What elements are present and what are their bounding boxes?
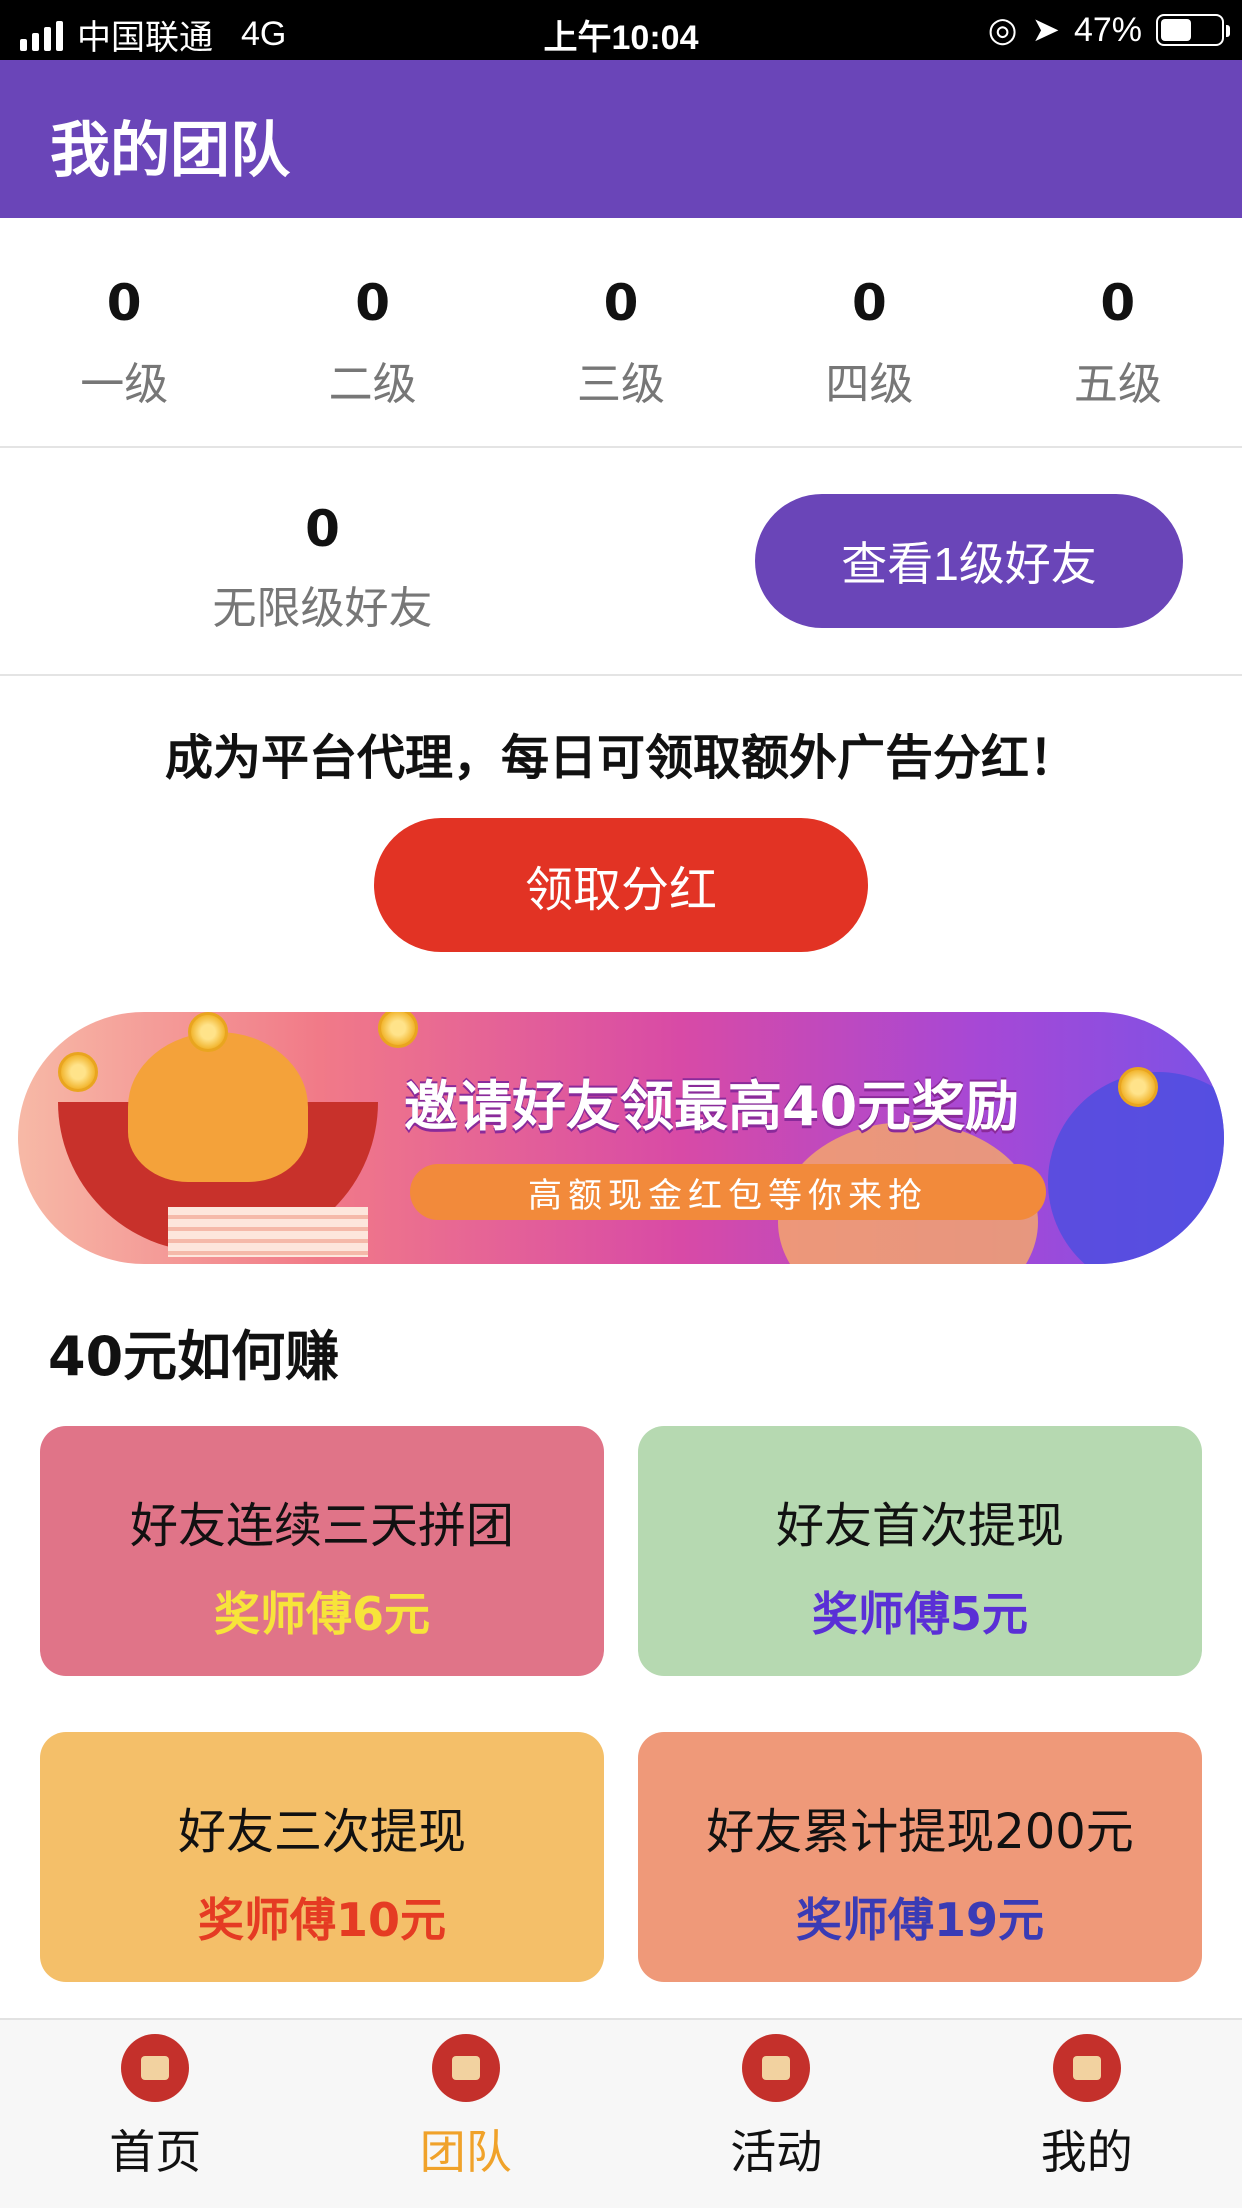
reward-card-title: 好友累计提现200元 <box>706 1804 1134 1860</box>
level-stats: 0 一级 0 二级 0 三级 0 四级 0 五级 <box>0 218 1242 448</box>
level-stat-2[interactable]: 0 二级 <box>248 218 496 446</box>
section-title: 40元如何赚 <box>48 1325 340 1388</box>
level-count: 0 <box>603 274 639 332</box>
status-bar: 中国联通 4G 上午10:04 ◎ ➤ 47% <box>0 0 1242 60</box>
level-count: 0 <box>106 274 142 332</box>
tab-profile[interactable]: 我的 <box>932 2020 1242 2208</box>
agent-promo-text: 成为平台代理，每日可领取额外广告分红！ <box>164 730 1077 786</box>
orientation-lock-icon: ◎ <box>987 11 1018 49</box>
tab-label: 首页 <box>109 2125 202 2179</box>
reward-card: 好友累计提现200元 奖师傅19元 <box>638 1732 1202 1982</box>
unlimited-friends-section: 0 无限级好友 查看1级好友 <box>0 450 1242 676</box>
level-label: 四级 <box>825 359 914 410</box>
unlimited-count: 0 <box>305 500 340 558</box>
view-level1-friends-button[interactable]: 查看1级好友 <box>755 494 1183 628</box>
banner-subtitle: 高额现金红包等你来抢 <box>410 1164 1046 1220</box>
coin-icon <box>58 1052 98 1092</box>
level-label: 一级 <box>80 359 169 410</box>
tab-activity[interactable]: 活动 <box>621 2020 932 2208</box>
tab-label: 团队 <box>419 2125 512 2179</box>
coin-icon <box>1118 1067 1158 1107</box>
unlimited-label: 无限级好友 <box>212 583 433 634</box>
coin-icon <box>378 1012 418 1048</box>
cash-stack-illustration <box>168 1207 368 1257</box>
reward-card-amount: 奖师傅10元 <box>197 1893 446 1947</box>
reward-card-title: 好友连续三天拼团 <box>129 1498 514 1554</box>
tab-label: 我的 <box>1040 2125 1133 2179</box>
level-label: 三级 <box>577 359 666 410</box>
home-icon <box>121 2034 190 2102</box>
banner-title: 邀请好友领最高40元奖励 <box>404 1075 1020 1138</box>
profile-icon <box>1052 2034 1121 2102</box>
money-bag-illustration <box>128 1032 308 1182</box>
tab-home[interactable]: 首页 <box>0 2020 311 2208</box>
coin-icon <box>188 1012 228 1052</box>
level-stat-3[interactable]: 0 三级 <box>497 218 745 446</box>
tab-team[interactable]: 团队 <box>311 2020 622 2208</box>
reward-card-amount: 奖师傅5元 <box>811 1587 1028 1641</box>
level-count: 0 <box>852 274 887 332</box>
level-label: 二级 <box>328 359 417 410</box>
reward-card-title: 好友首次提现 <box>775 1498 1064 1554</box>
invite-banner[interactable]: 邀请好友领最高40元奖励 高额现金红包等你来抢 <box>18 1012 1224 1264</box>
activity-icon <box>742 2034 811 2102</box>
tab-label: 活动 <box>730 2125 823 2179</box>
bottom-tab-bar: 首页 团队 活动 我的 <box>0 2018 1242 2208</box>
level-stat-4[interactable]: 0 四级 <box>745 218 993 446</box>
unlimited-friends-stat: 0 无限级好友 <box>170 500 475 636</box>
level-stat-1[interactable]: 0 一级 <box>0 218 248 446</box>
level-count: 0 <box>355 274 390 332</box>
battery-icon <box>1156 14 1230 46</box>
location-icon: ➤ <box>1031 11 1060 49</box>
reward-card-amount: 奖师傅19元 <box>795 1893 1044 1947</box>
team-icon <box>431 2034 500 2102</box>
reward-card-amount: 奖师傅6元 <box>213 1587 430 1641</box>
app-bar: 我的团队 <box>0 60 1242 218</box>
level-stat-5[interactable]: 0 五级 <box>994 218 1242 446</box>
level-label: 五级 <box>1073 359 1162 410</box>
reward-card: 好友连续三天拼团 奖师傅6元 <box>40 1426 604 1676</box>
level-count: 0 <box>1100 274 1136 332</box>
claim-dividend-button[interactable]: 领取分红 <box>374 818 868 952</box>
battery-percent: 47% <box>1073 10 1142 49</box>
reward-card-title: 好友三次提现 <box>177 1804 466 1860</box>
reward-card: 好友三次提现 奖师傅10元 <box>40 1732 604 1982</box>
reward-card: 好友首次提现 奖师傅5元 <box>638 1426 1202 1676</box>
status-right: ◎ ➤ 47% <box>987 10 1230 50</box>
page-title: 我的团队 <box>50 116 290 186</box>
